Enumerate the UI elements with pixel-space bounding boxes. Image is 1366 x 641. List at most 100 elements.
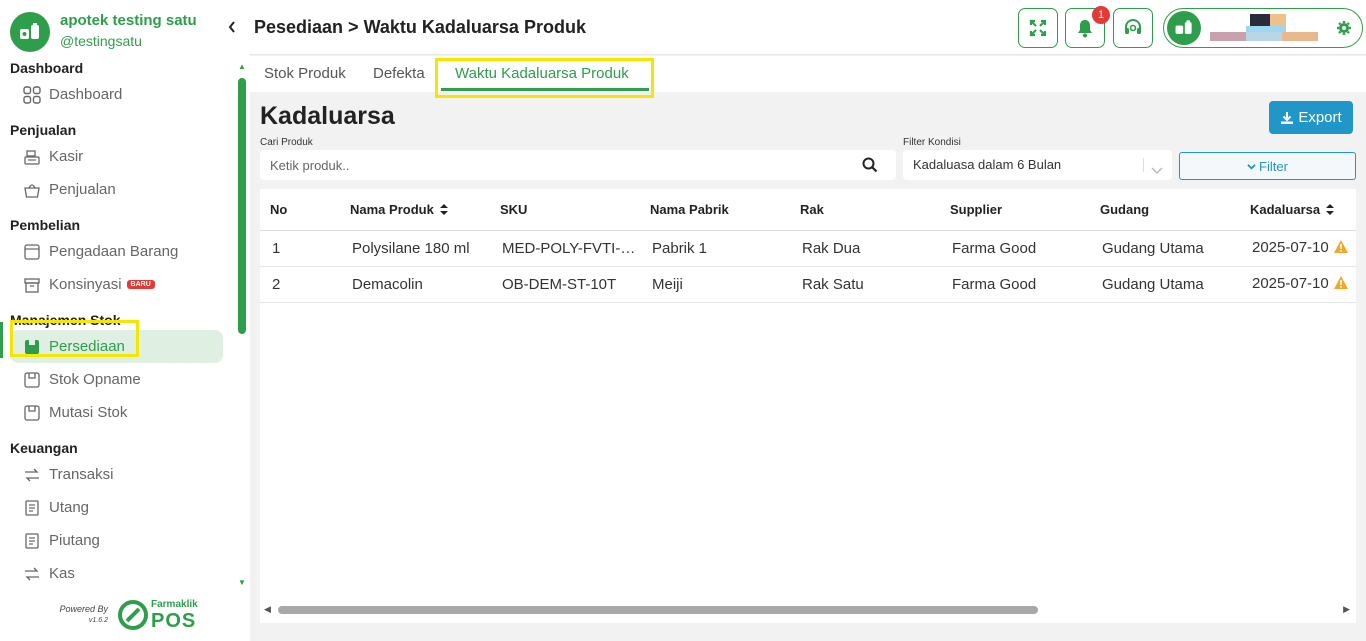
section-title-penjualan: Penjualan [10,122,77,138]
app-version: v1.6.2 [88,617,108,624]
fullscreen-button[interactable] [1018,8,1058,48]
sort-icon[interactable] [439,203,448,217]
expiry-table-container: No Nama Produk SKU Nama Pabrik Rak Suppl… [260,189,1356,623]
search-label: Cari Produk [260,137,313,148]
export-label: Export [1298,109,1342,126]
tab-waktu-kadaluarsa-produk[interactable]: Waktu Kadaluarsa Produk [455,65,629,82]
top-header: Pesediaan > Waktu Kadaluarsa Produk 1 [250,0,1366,55]
support-button[interactable] [1113,8,1153,48]
grid-icon [22,85,42,105]
sidebar-item-label: Kasir [49,148,84,165]
search-field [260,150,896,180]
warning-icon [1333,275,1349,294]
sidebar-item-utang[interactable]: Utang [0,491,223,524]
scroll-up-icon[interactable]: ▲ [237,62,247,72]
col-header-supplier: Supplier [940,189,1090,231]
powered-by-text: Powered By [59,604,108,614]
table-scroll-thumb[interactable] [278,606,1038,614]
scroll-right-icon[interactable]: ▶ [1343,604,1350,615]
chevron-down-icon [1150,158,1164,188]
table-row[interactable]: 1 Polysilane 180 ml MED-POLY-FVTI-… Pabr… [260,230,1356,267]
search-input[interactable] [260,150,840,180]
gear-icon[interactable] [1336,20,1352,41]
store-username: @testingsatu [60,33,142,49]
logo-line2: POS [151,610,197,632]
table-row[interactable]: 2 Demacolin OB-DEM-ST-10T Meiji Rak Satu… [260,266,1356,303]
sidebar-item-kasir[interactable]: Kasir [0,140,223,173]
sidebar-item-kas[interactable]: Kas [0,557,223,590]
table-header-row: No Nama Produk SKU Nama Pabrik Rak Suppl… [260,189,1356,231]
sidebar-item-stok-opname[interactable]: Stok Opname [0,363,223,396]
sidebar-item-label: Stok Opname [49,371,141,388]
sidebar-item-label: Penjualan [49,181,116,198]
sidebar-item-persediaan[interactable]: Persediaan [10,330,223,363]
notification-button[interactable]: 1 [1065,6,1110,48]
sidebar-scrollbar[interactable]: ▲ ▼ [237,62,247,588]
cell-no: 1 [260,230,340,267]
cell-gudang: Gudang Utama [1090,230,1240,267]
section-title-manajemen-stok: Manajemen Stok [10,312,121,328]
warning-icon [1333,239,1349,258]
active-indicator [0,322,3,358]
store-logo-icon [10,12,50,52]
cell-rak: Rak Dua [790,230,940,267]
scroll-down-icon[interactable]: ▼ [237,578,247,588]
filter-label: Filter Kondisi [903,137,961,148]
sidebar-item-penjualan[interactable]: Penjualan [0,173,223,206]
sidebar-item-label: Piutang [49,532,100,549]
filter-button-label: Filter [1259,158,1288,174]
cash-register-icon [22,147,42,167]
sidebar-item-label: Persediaan [49,338,125,355]
cell-sku: OB-DEM-ST-10T [490,266,640,303]
filter-selected-value: Kadaluasa dalam 6 Bulan [913,157,1062,172]
expiry-date: 2025-07-10 [1252,238,1329,256]
bell-icon [1078,20,1092,38]
store-name: apotek testing satu [60,12,197,29]
table-horizontal-scrollbar[interactable]: ◀ ▶ [260,604,1356,616]
powered-by: Powered By v1.6.2 [50,604,108,626]
collapse-sidebar-icon[interactable] [228,20,236,38]
cell-kadaluarsa: 2025-07-10 [1240,266,1356,303]
sidebar-item-label: Dashboard [49,86,123,103]
receipt-icon [22,531,42,551]
col-header-sku: SKU [490,189,640,231]
cell-sku: MED-POLY-FVTI-… [490,230,640,267]
transfer-icon [22,465,42,485]
cell-no: 2 [260,266,340,303]
filter-condition-select[interactable]: Kadaluasa dalam 6 Bulan [903,150,1172,180]
search-icon[interactable] [862,157,878,178]
sort-icon[interactable] [1326,203,1335,217]
cell-supplier: Farma Good [940,266,1090,303]
sidebar: apotek testing satu @testingsatu Dashboa… [0,0,250,641]
profile-menu[interactable] [1163,8,1363,48]
sidebar-item-label: Transaksi [49,466,114,483]
cell-nama-pabrik: Meiji [640,266,790,303]
sidebar-item-mutasi-stok[interactable]: Mutasi Stok [0,396,223,429]
col-header-kadaluarsa[interactable]: Kadaluarsa [1240,189,1356,231]
sidebar-item-pengadaan-barang[interactable]: Pengadaan Barang [0,235,223,268]
sidebar-item-konsinyasi[interactable]: Konsinyasi BARU [0,268,223,301]
sidebar-item-label: Konsinyasi [49,276,122,293]
receipt-icon [22,498,42,518]
tab-stok-produk[interactable]: Stok Produk [264,65,346,82]
page-title: Pesediaan > Waktu Kadaluarsa Produk [254,17,586,37]
sidebar-item-dashboard[interactable]: Dashboard [0,78,223,111]
export-button[interactable]: Export [1269,101,1353,134]
filter-button[interactable]: Filter [1179,152,1356,180]
col-header-rak: Rak [790,189,940,231]
sidebar-scroll-thumb[interactable] [238,78,246,334]
sidebar-item-transaksi[interactable]: Transaksi [0,458,223,491]
cell-kadaluarsa: 2025-07-10 [1240,230,1356,267]
headset-icon [1125,19,1141,34]
chevron-down-icon [1247,163,1256,170]
box-icon [22,370,42,390]
archive-icon [22,275,42,295]
col-header-nama-produk[interactable]: Nama Produk [340,189,490,231]
sidebar-item-label: Utang [49,499,90,516]
scroll-left-icon[interactable]: ◀ [264,604,271,615]
sidebar-item-piutang[interactable]: Piutang [0,524,223,557]
section-title-pembelian: Pembelian [10,217,81,233]
new-badge: BARU [126,280,155,289]
transfer-icon [22,564,42,584]
tab-defekta[interactable]: Defekta [373,65,425,82]
